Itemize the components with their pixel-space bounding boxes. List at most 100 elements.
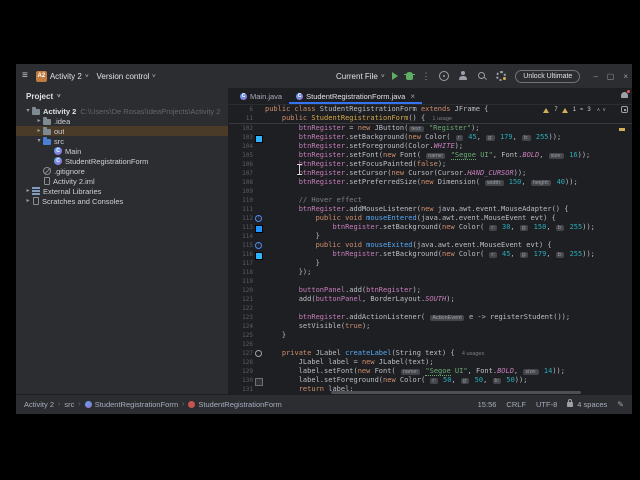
gutter[interactable] xyxy=(253,331,265,340)
gutter[interactable] xyxy=(253,259,265,268)
line-number: 109 xyxy=(242,188,253,195)
project-widget[interactable]: A2 Activity 2 ∨ xyxy=(35,70,89,82)
tree-item-activity-2-iml[interactable]: Activity 2.iml xyxy=(16,176,228,186)
tree-item-scratches-and-consoles[interactable]: ▸ Scratches and Consoles xyxy=(16,196,228,206)
tree-item-external-libraries[interactable]: ▸ External Libraries xyxy=(16,186,228,196)
gutter[interactable] xyxy=(253,196,265,205)
gutter[interactable] xyxy=(253,124,265,133)
code-line: 110 // Hover effect xyxy=(229,196,632,205)
tab-label: Main.java xyxy=(250,91,283,101)
status-bar: Activity 2 › src › StudentRegistrationForm › S… xyxy=(16,394,632,414)
gutter[interactable] xyxy=(253,142,265,151)
project-panel-header[interactable]: Project ∨ xyxy=(16,88,228,104)
code-text: buttonPanel.add(btnRegister); xyxy=(298,286,421,294)
breadcrumb-item[interactable]: StudentRegistrationForm xyxy=(188,400,282,409)
gutter[interactable] xyxy=(253,151,265,160)
indent-widget[interactable]: 4 spaces xyxy=(577,400,607,409)
vcs-widget[interactable]: Version control ∨ xyxy=(97,72,157,81)
maximize-button[interactable]: ▢ xyxy=(607,72,615,81)
gutter[interactable] xyxy=(253,322,265,331)
gutter[interactable]: ↑ xyxy=(253,214,265,223)
gutter[interactable] xyxy=(253,133,265,143)
run-config-label: Current File xyxy=(336,71,378,81)
inspection-nav-chevrons[interactable]: ∧∨ xyxy=(597,107,608,113)
gutter[interactable] xyxy=(253,114,265,123)
inspections-widget[interactable]: 7 1 ≈3 ∧∨ xyxy=(543,107,608,113)
gutter[interactable] xyxy=(253,205,265,214)
weak-warning-triangle-icon xyxy=(561,107,568,113)
tree-item--idea[interactable]: ▸ .idea xyxy=(16,116,228,126)
gutter[interactable] xyxy=(253,187,265,196)
gutter[interactable] xyxy=(253,286,265,295)
code-text: public StudentRegistrationForm() { 1 usa… xyxy=(281,113,452,122)
breadcrumb-item[interactable]: Activity 2 xyxy=(24,400,54,409)
notifications-bell-icon[interactable] xyxy=(621,90,630,98)
override-method-icon[interactable]: ↑ xyxy=(255,215,262,222)
main-menu-icon[interactable]: ≡ xyxy=(22,71,28,81)
profile-icon[interactable] xyxy=(458,71,468,81)
caret-position-widget[interactable]: 15:56 xyxy=(478,400,497,409)
debug-button[interactable] xyxy=(404,72,416,80)
unlock-ultimate-button[interactable]: Unlock Ultimate xyxy=(515,69,581,83)
gutter[interactable] xyxy=(253,250,265,260)
breadcrumb-item[interactable]: StudentRegistrationForm xyxy=(84,400,178,409)
tree-item-studentregistrationform[interactable]: C StudentRegistrationForm xyxy=(16,156,228,166)
run-toolbar: Current File ∨ ⋮ xyxy=(336,64,430,88)
gutter[interactable] xyxy=(253,105,265,114)
minimize-button[interactable]: – xyxy=(593,72,597,81)
scrollbar-warning-mark[interactable] xyxy=(619,128,625,131)
gutter[interactable] xyxy=(253,376,265,386)
settings-gear-icon[interactable] xyxy=(496,71,507,81)
gutter[interactable] xyxy=(253,169,265,178)
tab-studentregistrationform-java[interactable]: C StudentRegistrationForm.java × xyxy=(289,88,422,104)
tab-main-java[interactable]: C Main.java xyxy=(233,88,289,104)
gutter[interactable] xyxy=(253,349,265,358)
gutter[interactable] xyxy=(253,340,265,349)
method-gutter-icon[interactable] xyxy=(255,350,262,357)
tree-chevron-icon[interactable]: ▾ xyxy=(24,108,32,114)
gutter[interactable] xyxy=(253,268,265,277)
gutter[interactable] xyxy=(253,304,265,313)
more-actions-button[interactable]: ⋮ xyxy=(421,71,430,82)
gutter[interactable] xyxy=(253,160,265,169)
tab-close-icon[interactable]: × xyxy=(410,92,415,101)
tree-chevron-icon[interactable]: ▸ xyxy=(24,188,32,194)
close-button[interactable]: × xyxy=(623,72,628,81)
chevron-down-icon: ∨ xyxy=(151,73,157,79)
project-tree: ▾ Activity 2 C:\Users\De Rosas\IdeaProject… xyxy=(16,106,228,206)
gutter[interactable] xyxy=(253,295,265,304)
override-method-icon[interactable]: ↑ xyxy=(255,242,262,249)
gutter[interactable] xyxy=(253,367,265,376)
gutter[interactable] xyxy=(253,313,265,322)
tree-chevron-icon[interactable]: ▾ xyxy=(35,138,43,144)
tree-item-main[interactable]: C Main xyxy=(16,146,228,156)
tree-chevron-icon[interactable]: ▸ xyxy=(35,128,43,134)
run-configuration-selector[interactable]: Current File ∨ xyxy=(336,71,385,81)
tree-item-activity-2[interactable]: ▾ Activity 2 C:\Users\De Rosas\IdeaProject… xyxy=(16,106,228,116)
code-line: 118 }); xyxy=(229,268,632,277)
code-text: } xyxy=(265,331,287,339)
code-with-me-icon[interactable] xyxy=(439,71,450,81)
gutter[interactable] xyxy=(253,358,265,367)
ai-assistant-icon[interactable] xyxy=(621,106,628,113)
gutter[interactable]: ↑ xyxy=(253,241,265,250)
tree-item-out[interactable]: ▸ out xyxy=(16,126,228,136)
gutter[interactable] xyxy=(253,232,265,241)
code-area[interactable]: 102 btnRegister = new JButton(text: "Reg… xyxy=(229,124,632,395)
breadcrumb-label: src xyxy=(64,400,75,409)
tree-chevron-icon[interactable]: ▸ xyxy=(24,198,32,204)
gutter[interactable] xyxy=(253,385,265,394)
run-button[interactable] xyxy=(392,72,399,80)
search-everywhere-icon[interactable] xyxy=(477,71,487,81)
breadcrumb-item[interactable]: src xyxy=(64,400,74,409)
tree-chevron-icon[interactable]: ▸ xyxy=(35,118,43,124)
lock-icon[interactable] xyxy=(567,399,574,407)
gutter[interactable] xyxy=(253,223,265,233)
encoding-widget[interactable]: UTF-8 xyxy=(536,400,557,409)
gutter[interactable] xyxy=(253,277,265,286)
tree-item-src[interactable]: ▾ src xyxy=(16,136,228,146)
line-ending-widget[interactable]: CRLF xyxy=(506,400,526,409)
tree-item--gitignore[interactable]: .gitignore xyxy=(16,166,228,176)
gutter[interactable] xyxy=(253,178,265,187)
readonly-toggle-icon[interactable]: ✎ xyxy=(617,400,624,409)
